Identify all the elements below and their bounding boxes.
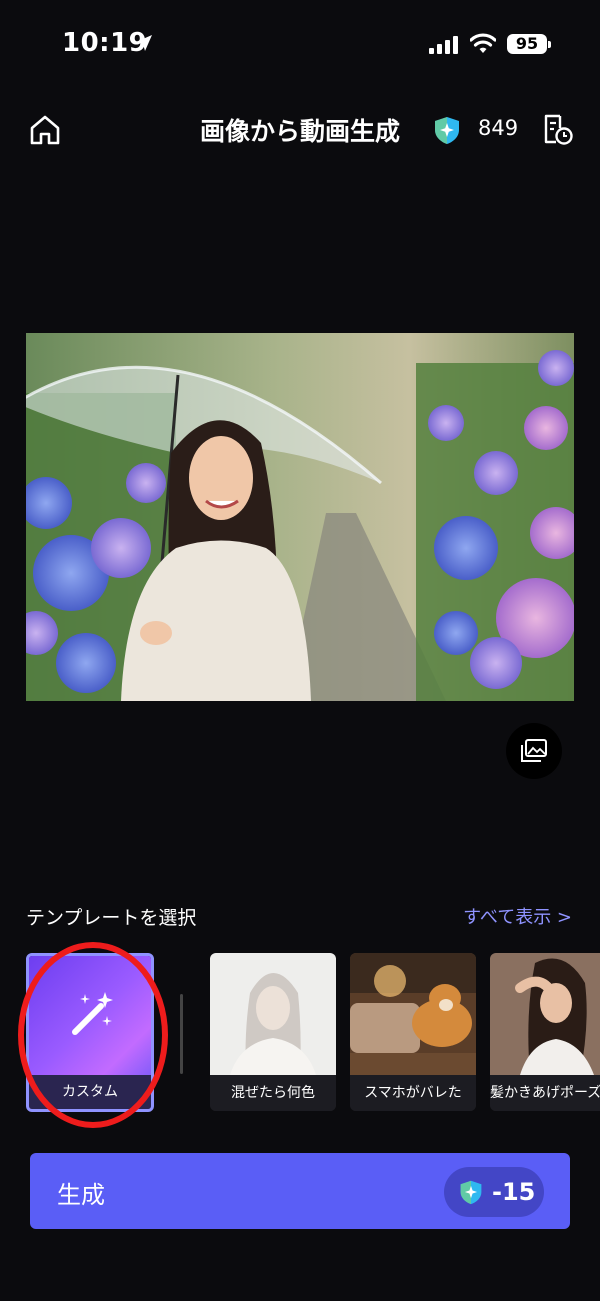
template-thumbnail <box>490 953 600 1075</box>
wifi-icon <box>469 33 497 59</box>
template-label: カスタム <box>29 1075 151 1109</box>
credit-count: 849 <box>478 116 519 140</box>
generate-label: 生成 <box>57 1181 105 1209</box>
show-all-link[interactable]: すべて表示 > <box>463 903 572 929</box>
uploaded-photo <box>26 333 574 701</box>
location-arrow-icon <box>134 33 154 57</box>
history-icon[interactable] <box>540 112 574 150</box>
header: 画像から動画生成 849 <box>0 100 600 160</box>
template-label: 髪かきあげポーズ <box>490 1075 600 1111</box>
template-phone-caught[interactable]: スマホがバレた <box>350 953 476 1111</box>
cellular-signal-icon <box>429 36 461 58</box>
generate-button[interactable]: 生成 -15 <box>30 1153 570 1229</box>
template-hair-pose[interactable]: 髪かきあげポーズ <box>490 953 600 1111</box>
magic-wand-icon <box>67 988 117 1042</box>
gallery-button[interactable] <box>506 723 562 779</box>
template-label: 混ぜたら何色 <box>210 1075 336 1111</box>
battery-tip <box>548 41 551 48</box>
credit-icon <box>460 1180 482 1205</box>
battery-indicator: 95 <box>507 34 547 54</box>
credit-icon <box>432 115 462 149</box>
template-thumbnail <box>350 953 476 1075</box>
cost-value: -15 <box>492 1178 536 1206</box>
template-label: スマホがバレた <box>350 1075 476 1111</box>
template-mix-color[interactable]: 混ぜたら何色 <box>210 953 336 1111</box>
status-bar: 10:19 95 <box>0 0 600 88</box>
template-custom[interactable]: カスタム <box>26 953 154 1112</box>
page-title: 画像から動画生成 <box>199 117 400 146</box>
template-divider <box>180 994 183 1074</box>
template-thumbnail <box>210 953 336 1075</box>
cost-badge: -15 <box>444 1167 544 1217</box>
home-icon[interactable] <box>28 114 62 150</box>
template-section-label: テンプレートを選択 <box>26 907 197 929</box>
